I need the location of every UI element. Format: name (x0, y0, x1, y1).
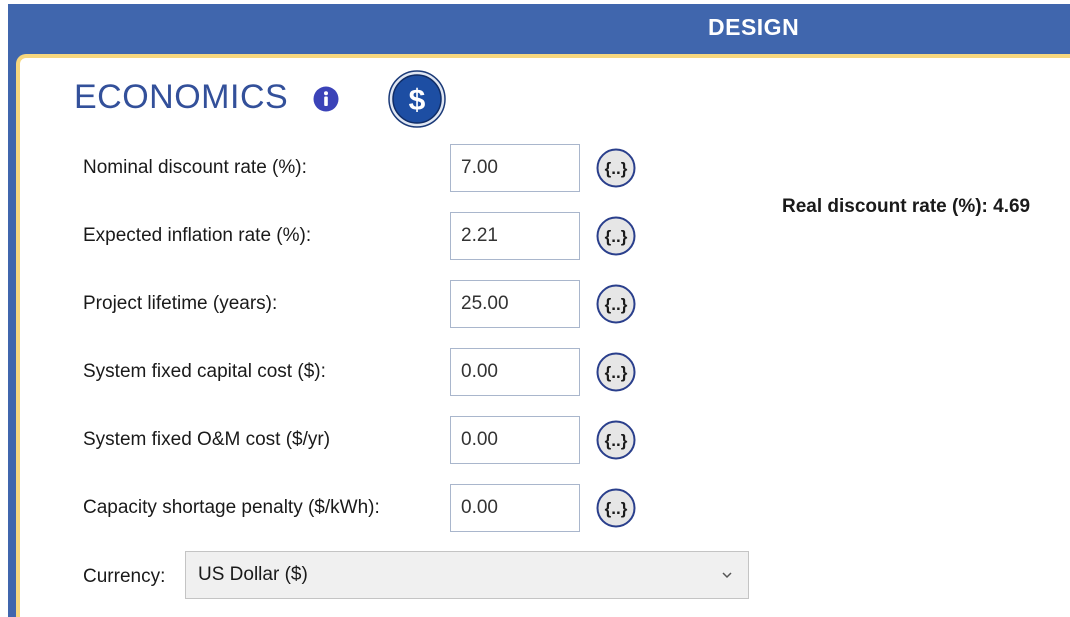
design-header-bar (8, 4, 1070, 44)
sensitivity-brace-icon[interactable]: {..} (596, 216, 636, 256)
sensitivity-brace-icon[interactable]: {..} (596, 148, 636, 188)
field-input[interactable] (450, 280, 580, 328)
field-label: System fixed capital cost ($): (83, 361, 326, 382)
sensitivity-button-label: {..} (605, 363, 628, 382)
sensitivity-button-label: {..} (605, 499, 628, 518)
economics-page: DESIGN ECONOMICS $ Nominal discount rate… (0, 0, 1070, 617)
field-label: Expected inflation rate (%): (83, 225, 312, 246)
field-input[interactable] (450, 484, 580, 532)
field-input[interactable] (450, 416, 580, 464)
sensitivity-button-label: {..} (605, 295, 628, 314)
field-row: System fixed capital cost ($): {..} (0, 348, 760, 398)
sensitivity-brace-icon[interactable]: {..} (596, 420, 636, 460)
currency-label: Currency: (83, 566, 166, 587)
sensitivity-brace-icon[interactable]: {..} (596, 284, 636, 324)
field-row: Project lifetime (years): {..} (0, 280, 760, 330)
field-row: Nominal discount rate (%): {..} (0, 144, 760, 194)
currency-selected-value: US Dollar ($) (198, 564, 308, 585)
field-input[interactable] (450, 212, 580, 260)
dollar-icon[interactable]: $ (388, 70, 446, 128)
field-label: Project lifetime (years): (83, 293, 278, 314)
field-label: Nominal discount rate (%): (83, 157, 307, 178)
sensitivity-button-label: {..} (605, 227, 628, 246)
design-header-title: DESIGN (708, 14, 800, 40)
svg-text:$: $ (409, 84, 426, 117)
field-row: System fixed O&M cost ($/yr) {..} (0, 416, 760, 466)
sensitivity-brace-icon[interactable]: {..} (596, 352, 636, 392)
field-label: Capacity shortage penalty ($/kWh): (83, 497, 380, 518)
page-title: ECONOMICS (74, 78, 289, 116)
info-icon[interactable] (313, 86, 339, 112)
field-row: Expected inflation rate (%): {..} (0, 212, 760, 262)
field-row: Capacity shortage penalty ($/kWh): {..} (0, 484, 760, 534)
field-input[interactable] (450, 144, 580, 192)
sensitivity-button-label: {..} (605, 431, 628, 450)
currency-select[interactable]: US Dollar ($) (185, 551, 749, 599)
chevron-down-icon (722, 572, 732, 579)
sensitivity-button-label: {..} (605, 159, 628, 178)
sensitivity-brace-icon[interactable]: {..} (596, 488, 636, 528)
field-label: System fixed O&M cost ($/yr) (83, 429, 331, 450)
field-input[interactable] (450, 348, 580, 396)
real-discount-rate: Real discount rate (%): 4.69 (782, 196, 1031, 217)
